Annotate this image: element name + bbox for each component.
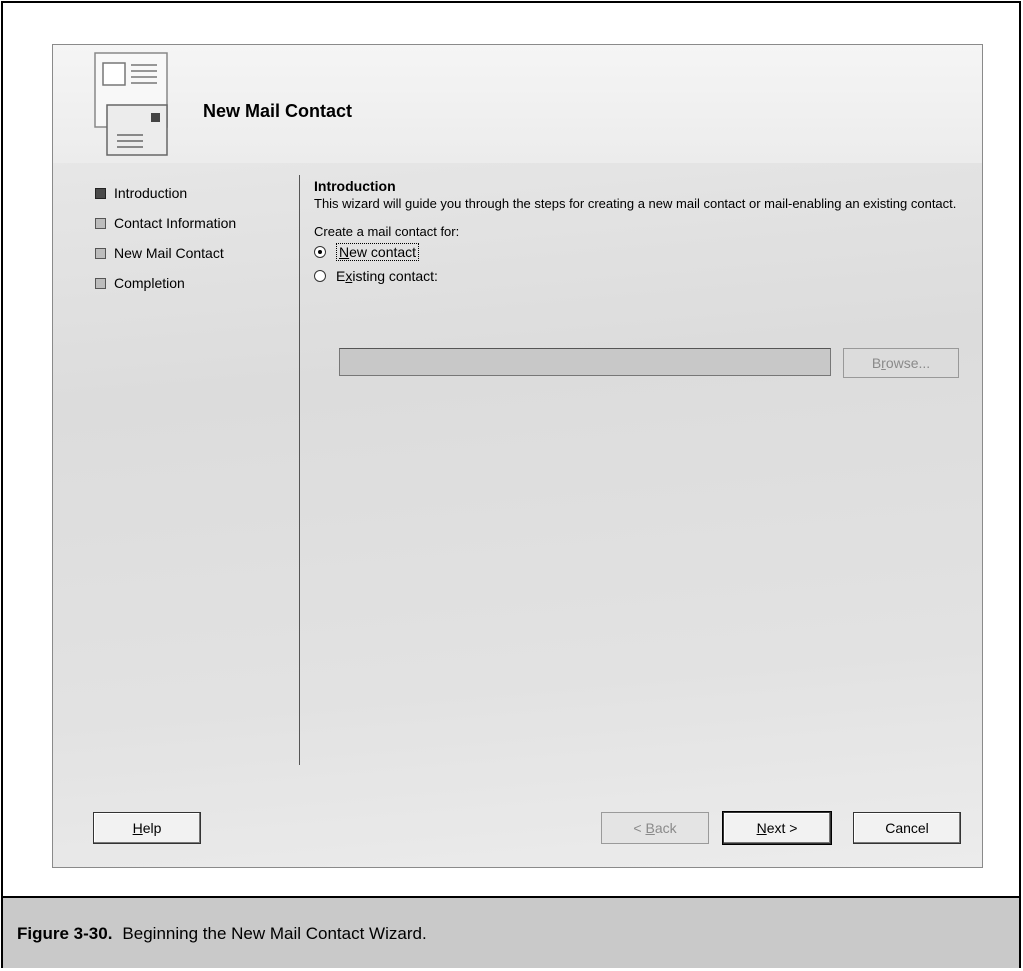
step-new-mail-contact: New Mail Contact [95, 238, 295, 268]
existing-contact-label[interactable]: Existing contact: [336, 268, 438, 284]
existing-contact-input[interactable] [339, 348, 831, 376]
cancel-button[interactable]: Cancel [853, 812, 961, 844]
section-title: Introduction [314, 178, 396, 194]
radio-checked-icon[interactable] [314, 246, 326, 258]
figure-caption: Figure 3-30. Beginning the New Mail Conta… [17, 924, 427, 944]
step-introduction: Introduction [95, 178, 295, 208]
step-indicator-icon [95, 187, 106, 199]
step-contact-information: Contact Information [95, 208, 295, 238]
figure-frame: New Mail Contact Introduction Contact In… [1, 1, 1021, 968]
browse-button[interactable]: Browse... [843, 348, 959, 378]
wizard-header: New Mail Contact [53, 45, 982, 163]
wizard-title: New Mail Contact [203, 101, 353, 121]
step-completion: Completion [95, 268, 295, 298]
next-button[interactable]: Next > [722, 811, 832, 845]
radio-unchecked-icon[interactable] [314, 270, 326, 282]
divider [299, 175, 300, 765]
new-contact-radio[interactable]: New contact [314, 241, 964, 263]
back-button[interactable]: < Back [601, 812, 709, 844]
mail-contact-icon [94, 52, 168, 156]
help-button[interactable]: Help [93, 812, 201, 844]
wizard-steps: Introduction Contact Information New Mai… [95, 178, 295, 298]
existing-contact-radio[interactable]: Existing contact: [314, 265, 964, 287]
step-indicator-icon [95, 247, 106, 259]
step-label: Introduction [114, 185, 188, 201]
create-for-label: Create a mail contact for: [314, 224, 460, 239]
step-indicator-icon [95, 217, 106, 229]
figure-number: Figure 3-30. [17, 924, 113, 943]
wizard-content: Introduction This wizard will guide you … [314, 178, 964, 287]
intro-text: This wizard will guide you through the s… [314, 196, 957, 211]
step-label: New Mail Contact [114, 245, 224, 261]
figure-caption-text: Beginning the New Mail Contact Wizard. [122, 924, 427, 943]
existing-contact-row: Browse... [339, 348, 959, 378]
new-contact-label[interactable]: New contact [336, 243, 420, 261]
step-indicator-icon [95, 277, 106, 289]
wizard-window: New Mail Contact Introduction Contact In… [52, 44, 983, 868]
caption-bar: Figure 3-30. Beginning the New Mail Conta… [3, 896, 1019, 968]
step-label: Contact Information [114, 215, 237, 231]
step-label: Completion [114, 275, 185, 291]
